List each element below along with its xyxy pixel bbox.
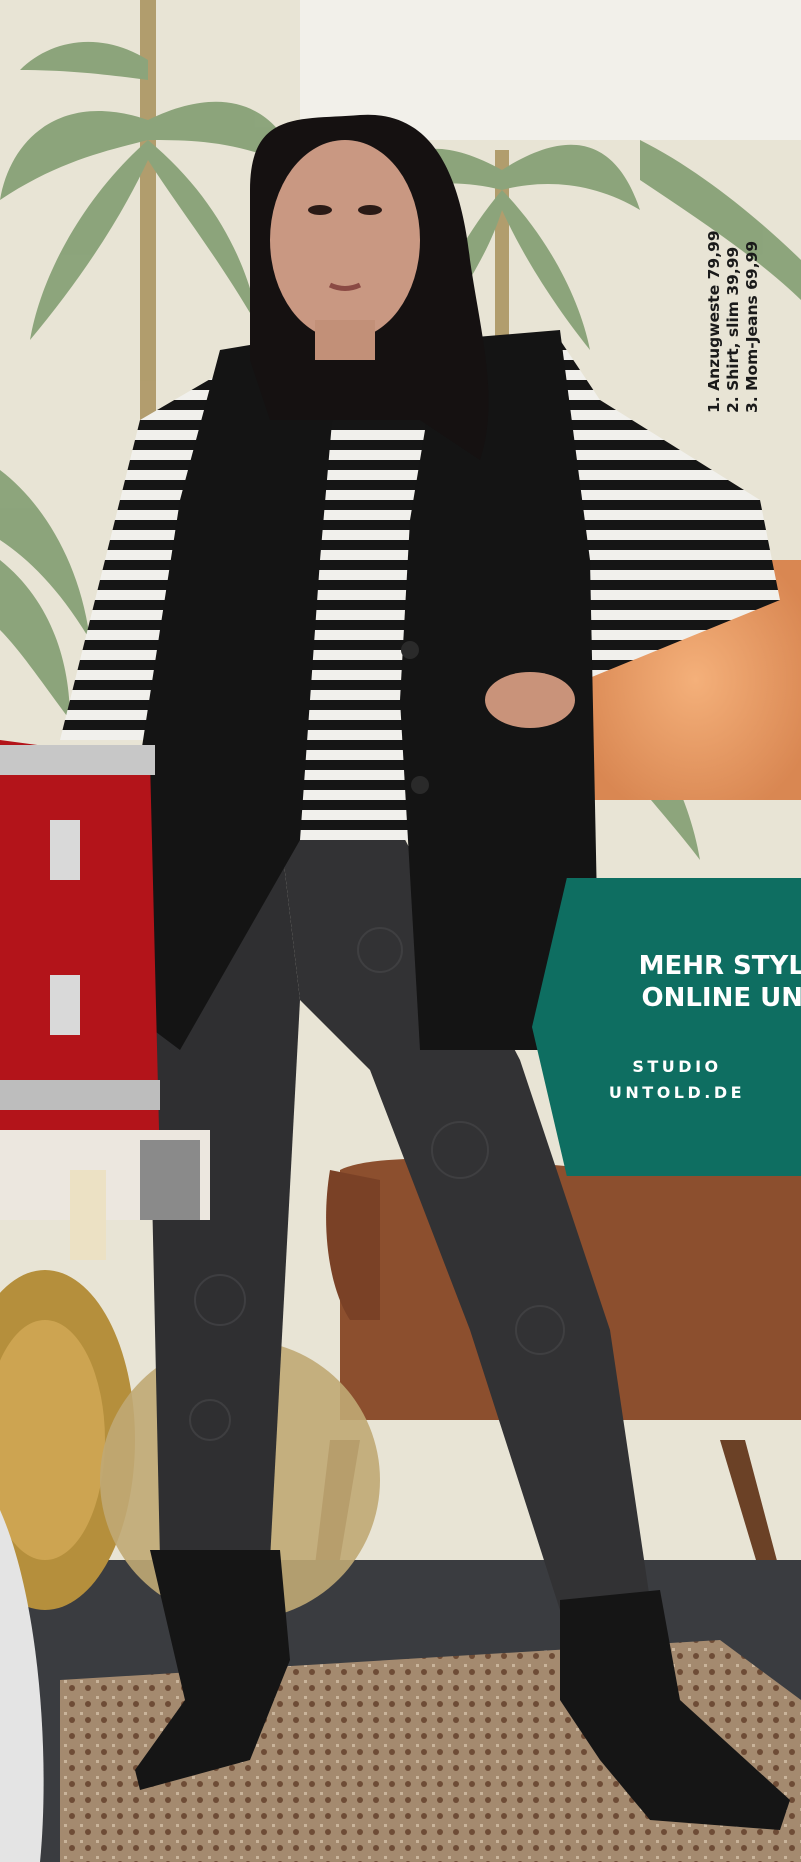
price-list: 1. Anzugweste 79,99 2. Shirt, slim 39,99… xyxy=(705,213,775,413)
promo-link-line2: UNTOLD.DE xyxy=(608,1083,746,1102)
promo-headline-line2: ONLINE UNTE xyxy=(641,983,801,1013)
promo-link-line1: STUDIO xyxy=(632,1057,722,1076)
promo-hexagon[interactable]: MEHR STYLES ONLINE UNTE STUDIO UNTOLD.DE xyxy=(532,878,801,1176)
vest-button xyxy=(401,641,419,659)
price-line-jeans: 3. Mom-Jeans 69,99 xyxy=(743,240,761,413)
hand xyxy=(485,672,575,728)
face xyxy=(270,140,420,340)
neck xyxy=(315,320,375,360)
price-tag xyxy=(70,1170,106,1260)
price-line-shirt: 2. Shirt, slim 39,99 xyxy=(724,246,742,413)
promo-headline: MEHR STYLES ONLINE UNTE xyxy=(590,950,801,1014)
promo-link[interactable]: STUDIO UNTOLD.DE xyxy=(592,1054,762,1106)
promo-headline-line1: MEHR STYLES xyxy=(638,951,801,981)
price-line-vest: 1. Anzugweste 79,99 xyxy=(705,230,723,413)
